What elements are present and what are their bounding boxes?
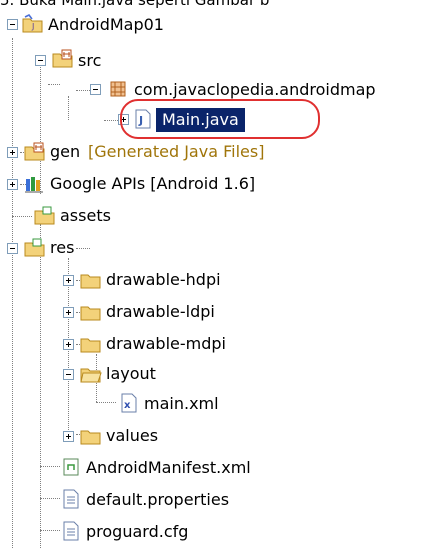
folder-icon — [34, 206, 55, 225]
tree-item-gen[interactable]: gen [Generated Java Files] — [0, 140, 380, 170]
svg-text:J: J — [31, 22, 34, 31]
tree-item-label: com.javaclopedia.androidmap — [134, 80, 376, 99]
expand-toggle[interactable] — [7, 179, 18, 190]
folder-icon — [80, 302, 101, 321]
tree-item-label: res — [50, 238, 75, 257]
tree-item-label: AndroidMap01 — [48, 15, 164, 34]
tree-item-label: default.properties — [86, 490, 230, 509]
tree-item-layout[interactable]: layout — [0, 362, 250, 392]
tree-item-drawable-mdpi[interactable]: drawable-mdpi — [0, 332, 300, 362]
folder-icon — [24, 238, 45, 257]
folder-open-icon — [80, 364, 102, 383]
svg-text:x: x — [124, 400, 131, 411]
tree-item-label: gen — [50, 142, 81, 161]
tree-item-label-selected: Main.java — [156, 108, 245, 132]
tree-item-manifest[interactable]: AndroidManifest.xml — [0, 456, 320, 486]
collapse-toggle[interactable] — [35, 55, 46, 66]
package-icon — [108, 79, 128, 97]
tree-item-src[interactable]: src — [0, 46, 200, 76]
caption-text: 5. Buka Main.java seperti Gambar b — [0, 0, 422, 8]
tree-item-label: src — [78, 51, 102, 70]
svg-text:J: J — [138, 114, 143, 127]
tree-item-decoration: [Generated Java Files] — [88, 142, 265, 161]
xml-file-icon: x — [120, 393, 140, 413]
collapse-toggle[interactable] — [90, 84, 101, 95]
expand-toggle[interactable] — [63, 431, 74, 442]
tree-item-main-xml[interactable]: x main.xml — [0, 392, 250, 422]
expand-toggle[interactable] — [63, 339, 74, 350]
text-file-icon — [62, 521, 82, 541]
tree-item-label: AndroidManifest.xml — [86, 458, 251, 477]
tree-item-label: Google APIs [Android 1.6] — [50, 174, 256, 193]
tree-item-label: drawable-mdpi — [106, 334, 226, 353]
collapse-toggle[interactable] — [7, 19, 18, 30]
tree-item-label: drawable-hdpi — [106, 270, 221, 289]
folder-icon — [80, 334, 101, 353]
tree-item-label: proguard.cfg — [86, 522, 189, 541]
tree-item-project[interactable]: J AndroidMap01 — [0, 12, 260, 42]
text-file-icon — [62, 489, 82, 509]
tree-item-res[interactable]: res — [0, 236, 200, 266]
source-folder-icon — [52, 49, 73, 68]
tree-item-values[interactable]: values — [0, 424, 250, 454]
tree-item-label: layout — [106, 364, 156, 383]
tree-item-label: main.xml — [144, 394, 219, 413]
tree-item-assets[interactable]: assets — [0, 204, 200, 234]
expand-toggle[interactable] — [7, 147, 18, 158]
tree-item-drawable-ldpi[interactable]: drawable-ldpi — [0, 300, 300, 330]
folder-icon — [80, 426, 101, 445]
tree-item-google-apis[interactable]: Google APIs [Android 1.6] — [0, 172, 380, 202]
java-file-icon: J — [134, 109, 154, 129]
tree-item-package[interactable]: com.javaclopedia.androidmap — [0, 76, 420, 106]
tree-item-label: values — [106, 426, 159, 445]
tree-item-main-java[interactable]: J Main.java — [0, 107, 320, 137]
collapse-toggle[interactable] — [63, 369, 74, 380]
tree-item-label: assets — [60, 206, 111, 225]
tree-item-default-properties[interactable]: default.properties — [0, 488, 320, 518]
tree-item-proguard[interactable]: proguard.cfg — [0, 520, 320, 550]
expand-toggle[interactable] — [63, 275, 74, 286]
android-manifest-icon — [62, 457, 82, 476]
expand-toggle[interactable] — [63, 307, 74, 318]
library-icon — [24, 174, 44, 193]
project-folder-icon: J — [22, 13, 43, 33]
source-folder-icon — [24, 142, 45, 161]
collapse-toggle[interactable] — [7, 243, 18, 254]
expand-toggle[interactable] — [118, 114, 129, 125]
folder-icon — [80, 270, 101, 289]
tree-item-drawable-hdpi[interactable]: drawable-hdpi — [0, 268, 300, 298]
tree-item-label: drawable-ldpi — [106, 302, 215, 321]
